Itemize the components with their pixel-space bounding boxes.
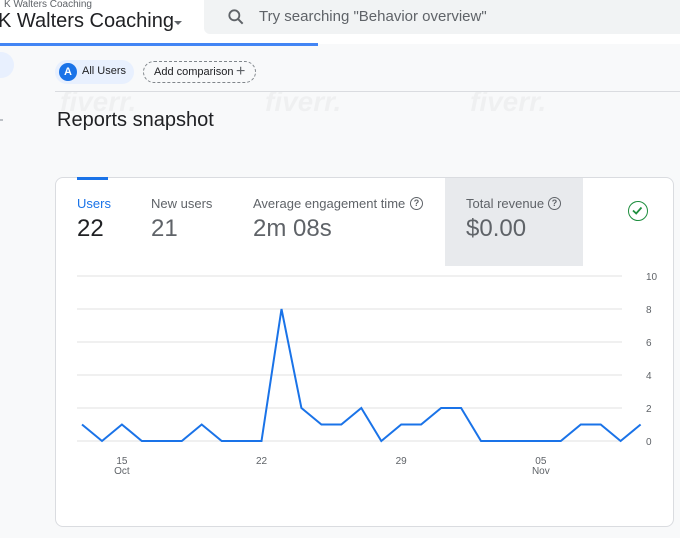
y-tick-label: 2 — [646, 404, 652, 415]
y-tick-label: 6 — [646, 338, 652, 349]
y-tick-label: 0 — [646, 437, 652, 448]
x-tick-label: 22 — [256, 456, 268, 467]
y-tick-label: 4 — [646, 371, 652, 382]
x-tick-label: 29 — [396, 456, 408, 467]
y-tick-label: 10 — [646, 272, 658, 283]
y-tick-label: 8 — [646, 305, 652, 316]
x-tick-sublabel: Oct — [114, 466, 130, 477]
x-tick-sublabel: Nov — [532, 466, 550, 477]
users-line-chart: 024681015Oct22 29 05Nov — [77, 272, 658, 477]
